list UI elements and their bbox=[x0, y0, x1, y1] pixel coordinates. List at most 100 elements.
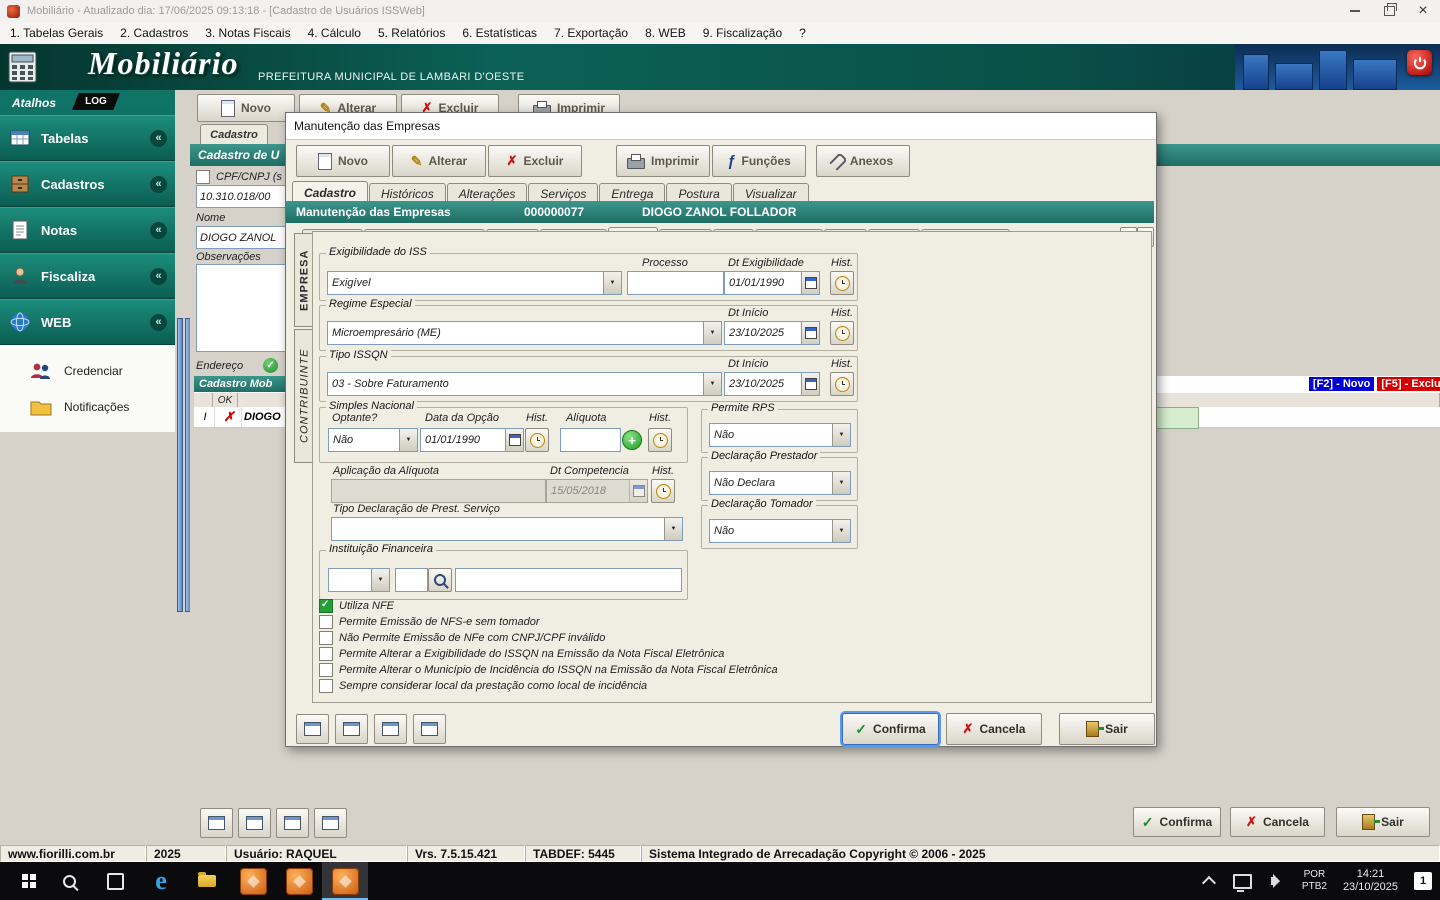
chevron-down-icon[interactable] bbox=[832, 424, 850, 446]
nav-next-button[interactable] bbox=[276, 808, 309, 838]
chevron-down-icon[interactable] bbox=[832, 472, 850, 494]
double-chevron-icon[interactable] bbox=[150, 221, 167, 239]
add-plus-icon[interactable] bbox=[622, 430, 642, 450]
aliquota-input[interactable] bbox=[560, 428, 621, 452]
sair-button[interactable]: Sair bbox=[1336, 807, 1430, 837]
grid-col-ok[interactable]: OK bbox=[213, 393, 238, 408]
confirma-button[interactable]: Confirma bbox=[842, 713, 939, 745]
splitter-handles[interactable] bbox=[177, 318, 191, 612]
instituicao-codigo-input[interactable] bbox=[395, 568, 428, 592]
funcoes-button[interactable]: Funções bbox=[712, 145, 806, 177]
clock[interactable]: 14:21 23/10/2025 bbox=[1335, 862, 1406, 900]
sidebar-item-tabelas[interactable]: Tabelas bbox=[0, 115, 175, 161]
calendar-icon[interactable] bbox=[801, 322, 819, 344]
checkbox-nfe-cnpj-invalido[interactable]: Não Permite Emissão de NFe com CNPJ/CPF … bbox=[319, 631, 605, 645]
tipo-declaracao-select[interactable] bbox=[331, 517, 683, 541]
sidebar-item-notas[interactable]: Notas bbox=[0, 207, 175, 253]
menu-fiscalizacao[interactable]: 9. Fiscalização bbox=[703, 26, 782, 40]
menu-cadastros[interactable]: 2. Cadastros bbox=[120, 26, 188, 40]
double-chevron-icon[interactable] bbox=[150, 175, 167, 193]
calendar-icon[interactable] bbox=[801, 272, 819, 294]
instituicao-tipo-select[interactable] bbox=[328, 568, 390, 592]
close-button[interactable]: × bbox=[1406, 0, 1440, 22]
grid-col-flag[interactable] bbox=[194, 393, 213, 408]
start-button[interactable] bbox=[0, 862, 46, 900]
hist-button[interactable] bbox=[651, 479, 675, 503]
chevron-down-icon[interactable] bbox=[664, 518, 682, 540]
exigibilidade-select[interactable]: Exigível bbox=[327, 271, 622, 295]
confirma-button[interactable]: Confirma bbox=[1133, 807, 1221, 837]
network-button[interactable] bbox=[1226, 862, 1260, 900]
cpf-input[interactable]: 10.310.018/00 bbox=[196, 185, 289, 208]
declaracao-prestador-select[interactable]: Não Declara bbox=[709, 471, 851, 495]
app-button-3-active[interactable] bbox=[322, 862, 368, 900]
task-view-button[interactable] bbox=[92, 862, 138, 900]
cancela-button[interactable]: Cancela bbox=[1230, 807, 1325, 837]
taskbar-search-button[interactable] bbox=[46, 862, 92, 900]
chevron-down-icon[interactable] bbox=[703, 322, 721, 344]
log-tab[interactable]: LOG bbox=[72, 93, 120, 110]
hist-button[interactable] bbox=[830, 321, 854, 345]
checkbox-alterar-exigibilidade[interactable]: Permite Alterar a Exigibilidade do ISSQN… bbox=[319, 647, 724, 661]
dt-inicio-input[interactable]: 23/10/2025 bbox=[724, 372, 820, 396]
chevron-down-icon[interactable] bbox=[399, 429, 417, 451]
calendar-icon[interactable] bbox=[801, 373, 819, 395]
sidebar-item-fiscaliza[interactable]: Fiscaliza bbox=[0, 253, 175, 299]
app-button-2[interactable] bbox=[276, 862, 322, 900]
volume-button[interactable] bbox=[1260, 862, 1294, 900]
imprimir-button[interactable]: Imprimir bbox=[616, 145, 710, 177]
permite-rps-select[interactable]: Não bbox=[709, 423, 851, 447]
sidebar-item-notificacoes[interactable]: Notificações bbox=[28, 396, 175, 418]
tray-expand-button[interactable] bbox=[1192, 862, 1226, 900]
checkbox-checked-icon[interactable] bbox=[319, 599, 333, 613]
restore-button[interactable] bbox=[1372, 0, 1406, 22]
dt-exigibilidade-input[interactable]: 01/01/1990 bbox=[724, 271, 820, 295]
nav-first-button[interactable] bbox=[296, 714, 329, 744]
menu-estatisticas[interactable]: 6. Estatísticas bbox=[462, 26, 537, 40]
checkbox-icon[interactable] bbox=[319, 679, 333, 693]
data-opcao-input[interactable]: 01/01/1990 bbox=[420, 428, 524, 452]
hist-button[interactable] bbox=[648, 428, 672, 452]
regime-select[interactable]: Microempresário (ME) bbox=[327, 321, 722, 345]
alterar-button[interactable]: Alterar bbox=[392, 145, 486, 177]
language-indicator[interactable]: POR PTB2 bbox=[1294, 862, 1335, 900]
sidebar-item-web[interactable]: WEB bbox=[0, 299, 175, 345]
cancela-button[interactable]: Cancela bbox=[946, 713, 1042, 745]
excluir-button[interactable]: Excluir bbox=[488, 145, 582, 177]
dt-inicio-input[interactable]: 23/10/2025 bbox=[724, 321, 820, 345]
double-chevron-icon[interactable] bbox=[150, 267, 167, 285]
checkbox-icon[interactable] bbox=[319, 663, 333, 677]
splitter-bar[interactable] bbox=[177, 318, 183, 612]
menu-relatorios[interactable]: 5. Relatórios bbox=[378, 26, 445, 40]
novo-button[interactable]: Novo bbox=[296, 145, 390, 177]
nav-last-button[interactable] bbox=[413, 714, 446, 744]
checkbox-utiliza-nfe[interactable]: Utiliza NFE bbox=[319, 599, 394, 613]
chevron-down-icon[interactable] bbox=[603, 272, 621, 294]
minimize-button[interactable] bbox=[1338, 0, 1372, 22]
file-explorer-button[interactable] bbox=[184, 862, 230, 900]
sidebar-item-cadastros[interactable]: Cadastros bbox=[0, 161, 175, 207]
search-button[interactable] bbox=[428, 568, 452, 592]
cpf-checkbox[interactable] bbox=[196, 170, 210, 184]
menu-ajuda[interactable]: ? bbox=[799, 26, 806, 40]
nav-next-button[interactable] bbox=[374, 714, 407, 744]
menu-exportacao[interactable]: 7. Exportação bbox=[554, 26, 628, 40]
app-button-1[interactable] bbox=[230, 862, 276, 900]
hist-button[interactable] bbox=[525, 428, 549, 452]
chevron-down-icon[interactable] bbox=[832, 520, 850, 542]
power-button[interactable] bbox=[1407, 50, 1432, 75]
hist-button[interactable] bbox=[830, 271, 854, 295]
selected-cell[interactable] bbox=[1155, 407, 1199, 429]
menu-notas-fiscais[interactable]: 3. Notas Fiscais bbox=[205, 26, 290, 40]
chevron-down-icon[interactable] bbox=[371, 569, 389, 591]
optante-select[interactable]: Não bbox=[328, 428, 418, 452]
nome-input[interactable]: DIOGO ZANOL bbox=[196, 226, 289, 249]
calendar-icon[interactable] bbox=[505, 429, 523, 451]
anexos-button[interactable]: Anexos bbox=[816, 145, 910, 177]
checkbox-nfse-sem-tomador[interactable]: Permite Emissão de NFS-e sem tomador bbox=[319, 615, 540, 629]
processo-input[interactable] bbox=[627, 271, 724, 295]
instituicao-nome-input[interactable] bbox=[455, 568, 682, 592]
declaracao-tomador-select[interactable]: Não bbox=[709, 519, 851, 543]
double-chevron-icon[interactable] bbox=[150, 313, 167, 331]
dialog-titlebar[interactable]: Manutenção das Empresas bbox=[286, 113, 1156, 140]
